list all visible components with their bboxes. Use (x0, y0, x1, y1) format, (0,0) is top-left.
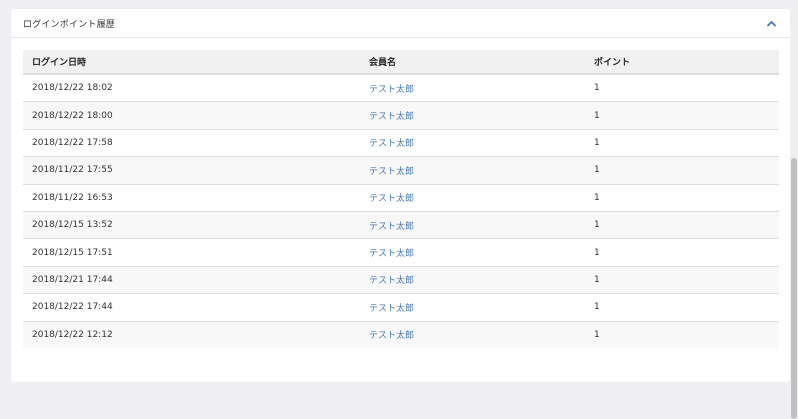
login-history-table: ログイン日時 会員名 ポイント 2018/12/22 18:02 テスト太郎 1… (23, 50, 779, 348)
card-title: ログインポイント履歴 (23, 19, 116, 30)
member-name-link[interactable]: テスト太郎 (369, 331, 414, 341)
table-row: 2018/12/15 17:51 テスト太郎 1 (23, 238, 779, 267)
login-datetime-cell: 2018/12/22 18:02 (23, 74, 360, 103)
table-header: ログイン日時 会員名 ポイント (23, 50, 779, 75)
points-cell: 1 (585, 101, 779, 130)
login-datetime-cell: 2018/11/22 16:53 (23, 184, 360, 212)
points-cell: 1 (585, 211, 779, 240)
points-cell: 1 (585, 156, 779, 185)
member-name-link[interactable]: テスト太郎 (369, 304, 414, 314)
table-row: 2018/12/22 17:44 テスト太郎 1 (23, 293, 779, 322)
member-name-link[interactable]: テスト太郎 (369, 112, 414, 122)
points-cell: 1 (585, 266, 779, 295)
login-point-history-card: ログインポイント履歴 ログイン日時 会員名 ポイント 2018/12/22 18… (11, 9, 790, 382)
member-name-cell: テスト太郎 (360, 74, 585, 103)
table-row: 2018/12/22 18:00 テスト太郎 1 (23, 101, 779, 130)
points-cell: 1 (585, 184, 779, 212)
column-header-points: ポイント (585, 50, 779, 75)
table-row: 2018/11/22 17:55 テスト太郎 1 (23, 156, 779, 185)
login-datetime-cell: 2018/12/21 17:44 (23, 266, 360, 295)
table-row: 2018/12/22 18:02 テスト太郎 1 (23, 74, 779, 103)
login-datetime-cell: 2018/12/15 13:52 (23, 211, 360, 240)
member-name-link[interactable]: テスト太郎 (369, 249, 414, 259)
member-name-cell: テスト太郎 (360, 101, 585, 130)
table-row: 2018/12/22 17:58 テスト太郎 1 (23, 129, 779, 158)
points-cell: 1 (585, 74, 779, 103)
member-name-cell: テスト太郎 (360, 293, 585, 322)
column-header-login-datetime: ログイン日時 (23, 50, 360, 75)
member-name-cell: テスト太郎 (360, 266, 585, 295)
card-header: ログインポイント履歴 (11, 9, 790, 38)
member-name-cell: テスト太郎 (360, 156, 585, 185)
history-table-wrapper: ログイン日時 会員名 ポイント 2018/12/22 18:02 テスト太郎 1… (23, 50, 779, 348)
member-name-cell: テスト太郎 (360, 184, 585, 212)
member-name-link[interactable]: テスト太郎 (369, 276, 414, 286)
table-row: 2018/12/15 13:52 テスト太郎 1 (23, 211, 779, 240)
login-datetime-cell: 2018/12/22 18:00 (23, 101, 360, 130)
scrollbar-thumb[interactable] (791, 158, 797, 419)
points-cell: 1 (585, 129, 779, 158)
member-name-link[interactable]: テスト太郎 (369, 222, 414, 232)
login-datetime-cell: 2018/12/22 17:58 (23, 129, 360, 158)
member-name-link[interactable]: テスト太郎 (369, 139, 414, 149)
member-name-link[interactable]: テスト太郎 (369, 167, 414, 177)
table-row: 2018/12/22 12:12 テスト太郎 1 (23, 321, 779, 348)
member-name-link[interactable]: テスト太郎 (369, 194, 414, 204)
chevron-up-icon (766, 20, 776, 26)
points-cell: 1 (585, 321, 779, 348)
login-datetime-cell: 2018/12/22 12:12 (23, 321, 360, 348)
member-name-cell: テスト太郎 (360, 321, 585, 348)
member-name-cell: テスト太郎 (360, 129, 585, 158)
collapse-button[interactable] (764, 16, 778, 30)
member-name-cell: テスト太郎 (360, 238, 585, 267)
table-row: 2018/11/22 16:53 テスト太郎 1 (23, 184, 779, 212)
login-datetime-cell: 2018/12/15 17:51 (23, 238, 360, 267)
member-name-link[interactable]: テスト太郎 (369, 85, 414, 95)
login-datetime-cell: 2018/12/22 17:44 (23, 293, 360, 322)
login-datetime-cell: 2018/11/22 17:55 (23, 156, 360, 185)
points-cell: 1 (585, 238, 779, 267)
column-header-member-name: 会員名 (360, 50, 585, 75)
page-scrollbar[interactable] (790, 0, 798, 419)
points-cell: 1 (585, 293, 779, 322)
member-name-cell: テスト太郎 (360, 211, 585, 240)
table-body: 2018/12/22 18:02 テスト太郎 1 2018/12/22 18:0… (23, 74, 779, 348)
table-row: 2018/12/21 17:44 テスト太郎 1 (23, 266, 779, 295)
